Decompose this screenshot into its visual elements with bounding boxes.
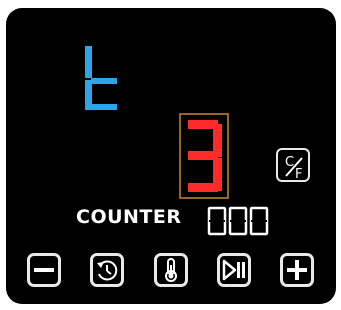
counter-digit: [228, 206, 248, 236]
plus-icon: [287, 260, 307, 280]
counter-digit: [207, 206, 227, 236]
counter-value-text: 000: [0, 0, 2, 1]
temperature-button[interactable]: [154, 253, 188, 287]
decrease-button[interactable]: [27, 253, 61, 287]
increase-button[interactable]: [280, 253, 314, 287]
counter-digit: [249, 206, 269, 236]
play-pause-button[interactable]: [217, 253, 251, 287]
thermometer-icon: [165, 258, 177, 282]
counter-value: [207, 206, 269, 236]
clock-arrow-icon: [97, 260, 118, 281]
timer-button[interactable]: [90, 253, 124, 287]
minus-icon: [34, 268, 54, 272]
play-pause-icon: [222, 259, 245, 281]
